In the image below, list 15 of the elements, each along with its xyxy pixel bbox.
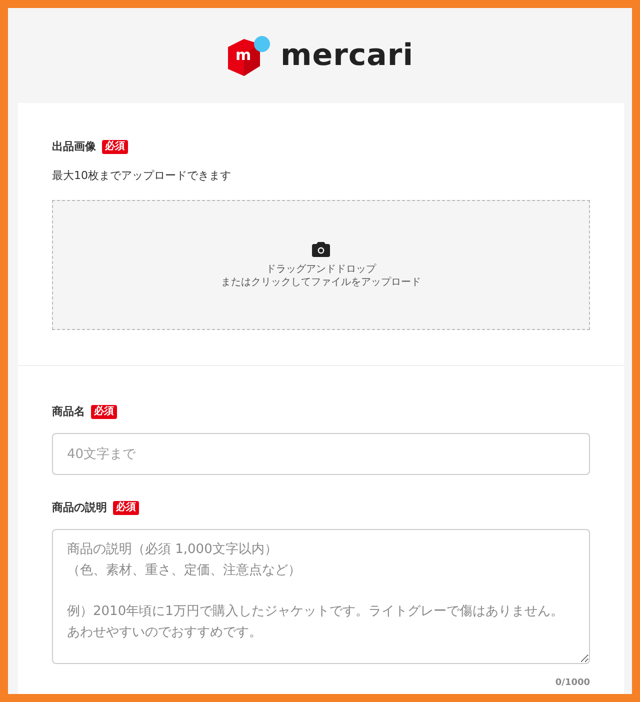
- field-label: 商品の説明: [52, 500, 107, 515]
- upload-dropzone[interactable]: ドラッグアンドドロップ またはクリックしてファイルをアップロード: [52, 200, 590, 330]
- upload-note: 最大10枚までアップロードできます: [52, 168, 232, 183]
- dropzone-text: またはクリックしてファイルをアップロード: [221, 276, 421, 288]
- field-label: 商品名: [52, 404, 85, 419]
- camera-icon: [312, 242, 330, 256]
- dropzone-text: ドラッグアンドドロップ: [265, 262, 378, 276]
- logo-wordmark: mercari: [280, 38, 414, 73]
- input-field[interactable]: 40文字まで: [52, 433, 590, 475]
- required-badge: 必須: [113, 500, 139, 514]
- required-badge: 必須: [91, 404, 117, 418]
- character-counter: 0/1000: [555, 678, 590, 688]
- section-label: 出品画像: [52, 139, 96, 154]
- description-field[interactable]: 商品の説明（必須 1,000文字以内） （色、素材、重さ、定価、注意点など） 例）2010年頃に1万円で購入したジャケットです。ライトグレーで傷はありません。あわせやすいのでおすすめです。: [52, 529, 590, 664]
- required-badge: 必須: [102, 140, 128, 154]
